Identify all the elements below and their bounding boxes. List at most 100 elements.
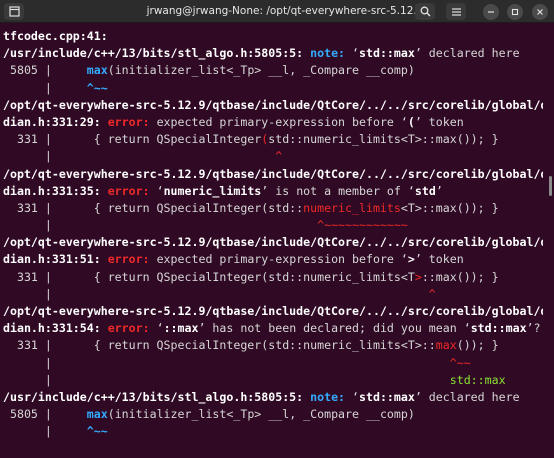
terminal-text-segment: ‘ — [156, 183, 164, 198]
terminal-text-segment: ::max()); } — [421, 269, 499, 284]
terminal-text-segment: ^~~ — [449, 355, 471, 370]
scrollbar-thumb[interactable] — [549, 176, 552, 196]
terminal-text-segment: /usr/include/c++/13/bits/stl_algo.h:5805… — [3, 389, 311, 404]
terminal-output[interactable]: tfcodec.cpp:41: /usr/include/c++/13/bits/… — [3, 28, 543, 441]
terminal-text-segment: std::max — [359, 389, 415, 404]
new-tab-icon — [8, 6, 20, 17]
terminal-text-segment: 331 | { return QSpecialInteger(std::nume… — [3, 269, 415, 284]
terminal-text-segment: max — [86, 407, 108, 422]
terminal-text-segment: ’ token — [414, 252, 464, 267]
terminal-text-segment: error: — [107, 114, 157, 129]
terminal-text-segment: error: — [107, 252, 157, 267]
terminal-line: 331 | { return QSpecialInteger(std::nume… — [3, 200, 543, 217]
terminal-text-segment: 5805 | — [3, 407, 87, 422]
terminal-line: | std::max — [3, 372, 543, 389]
terminal-text-segment: dian.h:331:29: — [3, 114, 108, 129]
terminal-text-segment: | — [3, 286, 429, 301]
terminal-line: | ^~~ — [3, 423, 543, 440]
terminal-line: /usr/include/c++/13/bits/stl_algo.h:5805… — [3, 45, 543, 62]
terminal-line: dian.h:331:54: error: ‘::max’ has not be… — [3, 320, 543, 337]
terminal-text-segment: std::max — [359, 46, 415, 61]
window-titlebar: jrwang@jrwang-None: /opt/qt-everywhere-s… — [0, 0, 554, 23]
terminal-line: dian.h:331:35: error: ‘numeric_limits’ i… — [3, 183, 543, 200]
terminal-text-segment: /opt/qt-everywhere-src-5.12.9/qtbase/inc… — [3, 304, 543, 318]
window-title: jrwang@jrwang-None: /opt/qt-everywhere-s… — [146, 5, 424, 17]
terminal-text-segment: expected primary-expression before ‘ — [156, 114, 408, 129]
terminal-line: | ^ — [3, 286, 543, 303]
terminal-text-segment: ::max — [163, 321, 199, 336]
terminal-text-segment: dian.h:331:35: — [3, 183, 108, 198]
terminal-text-segment: numeric_limits — [303, 200, 401, 215]
terminal-text-segment: ^~~ — [86, 80, 108, 95]
terminal-text-segment: /opt/qt-everywhere-src-5.12.9/qtbase/inc… — [3, 235, 543, 250]
terminal-text-segment: (initializer_list<_Tp> __l, _Compare __c… — [107, 63, 415, 78]
terminal-text-segment: 331 | { return QSpecialInteger — [3, 132, 262, 147]
terminal-line: /opt/qt-everywhere-src-5.12.9/qtbase/inc… — [3, 303, 543, 320]
terminal-line: /opt/qt-everywhere-src-5.12.9/qtbase/inc… — [3, 234, 543, 251]
close-icon — [537, 8, 543, 15]
terminal-text-segment: > — [414, 269, 422, 284]
terminal-text-segment: ^~~ — [86, 424, 108, 439]
close-button[interactable] — [530, 3, 550, 20]
terminal-text-segment: ()); } — [456, 338, 499, 353]
terminal-text-segment: std::numeric_limits<T>::max()); } — [268, 132, 499, 147]
terminal-text-segment: | — [3, 80, 87, 95]
terminal-line: | ^~~~~~~~~~~~~ — [3, 217, 543, 234]
terminal-text-segment: error: — [107, 321, 157, 336]
terminal-text-segment: dian.h:331:51: — [3, 252, 108, 267]
terminal-line: 5805 | max(initializer_list<_Tp> __l, _C… — [3, 62, 543, 79]
menu-button[interactable] — [446, 3, 466, 20]
terminal-line: 331 | { return QSpecialInteger(std::nume… — [3, 269, 543, 286]
terminal-text-segment: ’ declared here — [414, 389, 520, 404]
minimize-button[interactable] — [481, 3, 501, 20]
terminal-text-segment: ^ — [428, 286, 436, 301]
terminal-text-segment: ’ declared here — [414, 46, 520, 61]
terminal-text-segment: expected primary-expression before ‘ — [156, 252, 408, 267]
terminal-text-segment: ^ — [275, 149, 283, 164]
terminal-line: | ^~~ — [3, 80, 543, 97]
terminal-line: 331 | { return QSpecialInteger(std::nume… — [3, 337, 543, 354]
terminal-line: dian.h:331:29: error: expected primary-e… — [3, 114, 543, 131]
terminal-line: | ^~~ — [3, 355, 543, 372]
maximize-icon — [511, 8, 519, 15]
terminal-text-segment: ‘ — [352, 389, 359, 404]
terminal-line: 331 | { return QSpecialInteger(std::nume… — [3, 131, 543, 148]
terminal-text-segment: std — [414, 183, 436, 198]
terminal-text-segment: /usr/include/c++/13/bits/stl_algo.h:5805… — [3, 46, 311, 61]
terminal-text-segment: numeric_limits — [163, 183, 262, 198]
terminal-line: /opt/qt-everywhere-src-5.12.9/qtbase/inc… — [3, 166, 543, 183]
terminal-text-segment: /opt/qt-everywhere-src-5.12.9/qtbase/inc… — [3, 97, 543, 112]
terminal-line: /usr/include/c++/13/bits/stl_algo.h:5805… — [3, 389, 543, 406]
maximize-button[interactable] — [505, 3, 525, 20]
terminal-text-segment: (initializer_list<_Tp> __l, _Compare __c… — [107, 407, 415, 422]
terminal-line: | ^ — [3, 148, 543, 165]
terminal-line: /opt/qt-everywhere-src-5.12.9/qtbase/inc… — [3, 97, 543, 114]
terminal-text-segment: ’? — [526, 321, 541, 336]
terminal-line: tfcodec.cpp:41: — [3, 28, 543, 45]
terminal-text-segment: <T>::max()); } — [400, 200, 499, 215]
terminal-text-segment: ‘ — [156, 321, 164, 336]
terminal-text-segment: 5805 | — [3, 63, 87, 78]
terminal-text-segment: | — [3, 372, 450, 387]
terminal-text-segment: note: — [310, 389, 353, 404]
terminal-text-segment: | — [3, 355, 450, 370]
terminal-text-segment: max — [86, 63, 108, 78]
terminal-text-segment: max — [435, 338, 457, 353]
terminal-text-segment: ( — [407, 114, 415, 129]
terminal-text-segment: ’ — [435, 183, 443, 198]
search-icon — [420, 6, 430, 17]
terminal-text-segment: 331 | { return QSpecialInteger(std:: — [3, 200, 304, 215]
terminal-text-segment: tfcodec.cpp:41: — [3, 29, 108, 43]
terminal-text-segment: ’ has not been declared; did you mean ‘ — [198, 321, 471, 336]
terminal-text-segment: std::max — [449, 372, 506, 387]
terminal-text-segment: error: — [107, 183, 157, 198]
new-tab-button[interactable] — [4, 3, 24, 20]
terminal-text-segment: | — [3, 149, 276, 164]
search-button[interactable] — [415, 3, 435, 20]
minimize-icon — [488, 10, 494, 13]
terminal-text-segment: /opt/qt-everywhere-src-5.12.9/qtbase/inc… — [3, 166, 543, 181]
terminal-text-segment: ’ is not a member of ‘ — [261, 183, 415, 198]
terminal-text-segment: std::max — [470, 321, 527, 336]
hamburger-menu-icon — [451, 7, 461, 16]
terminal-text-segment: | — [3, 218, 318, 233]
